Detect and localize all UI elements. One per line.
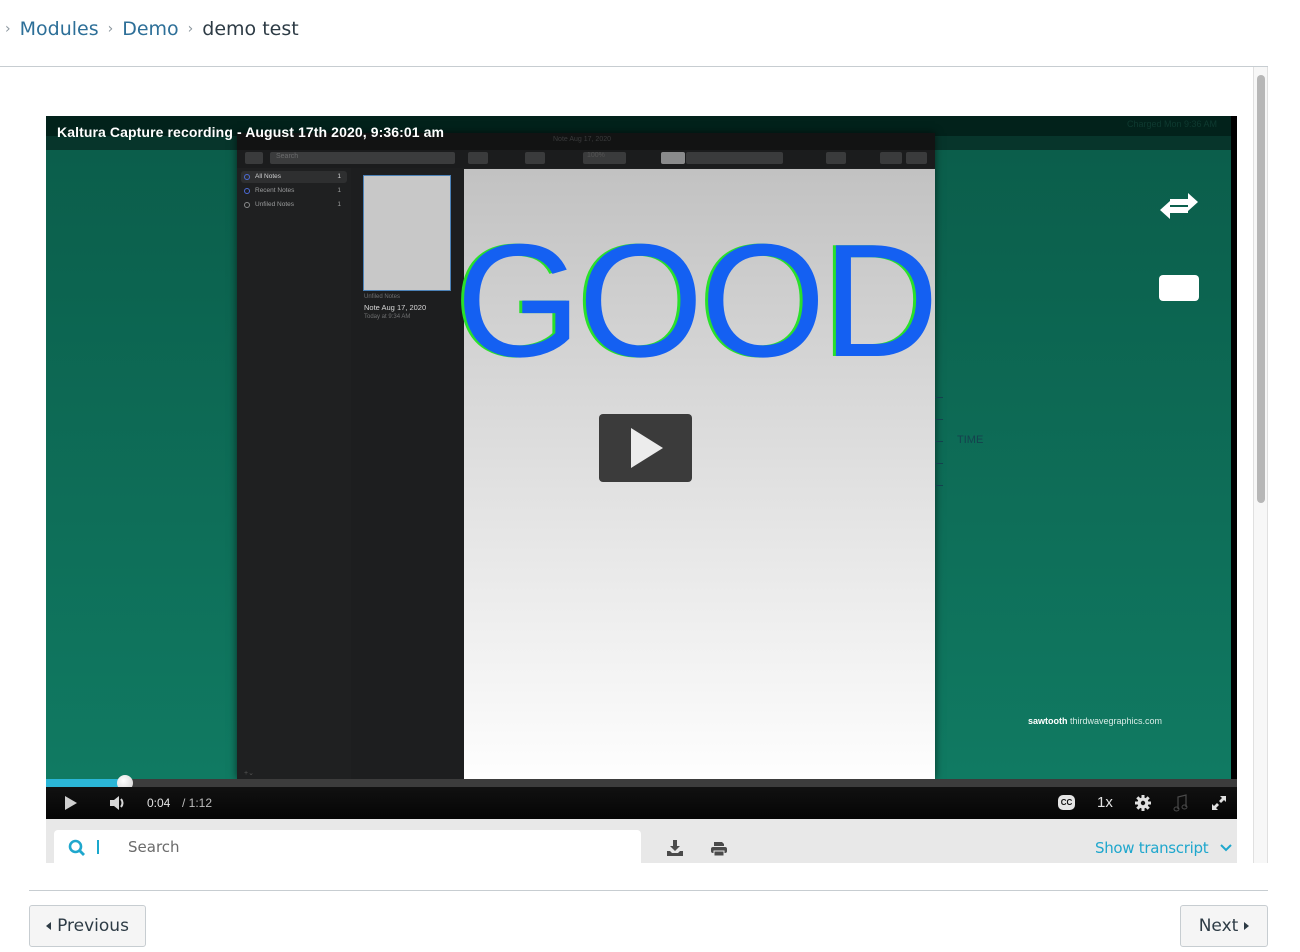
footer-divider — [29, 890, 1268, 891]
scrollbar-thumb[interactable] — [1257, 75, 1265, 503]
playback-speed-button[interactable]: 1x — [1097, 794, 1113, 811]
axis-arrow — [935, 441, 943, 442]
volume-button[interactable] — [104, 787, 132, 819]
slide-brand: sawtooth thirdwavegraphics.com — [1028, 716, 1162, 726]
show-transcript-label: Show transcript — [1095, 839, 1209, 857]
notes-window-title: Note Aug 17, 2020 — [553, 136, 611, 143]
breadcrumb-separator-icon: › — [107, 21, 114, 37]
settings-button[interactable] — [1132, 787, 1154, 819]
folder-count: 1 — [337, 201, 341, 208]
add-folder-icon: +⌄ — [244, 770, 254, 777]
brand-url: thirdwavegraphics.com — [1070, 716, 1163, 726]
folder-label: Unfiled Notes — [255, 201, 295, 208]
player-controls: 0:04 / 1:12 CC 1x — [46, 787, 1237, 819]
folder-label: Recent Notes — [255, 187, 295, 194]
download-icon[interactable] — [666, 839, 684, 857]
menubar-status: Charged Mon 9:36 AM — [1126, 119, 1217, 129]
header-divider — [0, 66, 1268, 67]
compose-icon — [245, 152, 263, 164]
swap-arrows-icon[interactable] — [1158, 190, 1200, 224]
axis-label: TIME — [957, 434, 984, 446]
microphone-icon — [826, 152, 846, 164]
notes-search-placeholder: Search — [276, 153, 299, 160]
next-label: Next — [1198, 916, 1239, 936]
breadcrumb-separator-icon: › — [187, 21, 194, 37]
breadcrumb: › Modules › Demo › demo test — [0, 14, 299, 44]
handwritten-good-text: GOOD — [456, 211, 939, 391]
big-play-button[interactable] — [599, 414, 692, 482]
sidebar-toggle-icon — [468, 152, 488, 164]
video-frame[interactable]: Charged Mon 9:36 AM Kaltura Capture reco… — [46, 116, 1231, 779]
folder-circle-icon — [244, 202, 250, 208]
axis-tick — [935, 463, 943, 464]
breadcrumb-modules-link[interactable]: Modules — [20, 18, 99, 40]
caret-right-icon — [1244, 922, 1250, 930]
folder-circle-icon — [244, 188, 250, 194]
pen-tools-group — [686, 152, 783, 164]
notes-folder-item: Unfiled Notes 1 — [241, 199, 347, 211]
axis-tick — [935, 485, 943, 486]
progress-bar[interactable] — [46, 775, 1237, 791]
play-button[interactable] — [58, 787, 88, 819]
print-icon[interactable] — [710, 841, 728, 857]
progress-fill — [46, 779, 125, 787]
zoom-value: 100% — [587, 152, 605, 159]
notes-folder-item: All Notes 1 — [241, 171, 347, 183]
fullscreen-icon — [1212, 796, 1226, 810]
notes-toolbar: Search 100% — [237, 150, 935, 168]
next-button[interactable]: Next — [1180, 905, 1268, 947]
breadcrumb-current-page: demo test — [202, 18, 299, 40]
folder-label: All Notes — [255, 173, 282, 180]
search-divider — [97, 840, 99, 854]
music-note-icon — [1173, 794, 1188, 812]
video-title: Kaltura Capture recording - August 17th … — [57, 124, 445, 140]
highlighter-icon — [880, 152, 902, 164]
chevron-down-icon — [1220, 844, 1233, 852]
notes-search-field: Search — [270, 152, 455, 164]
note-thumbnail — [363, 175, 451, 291]
current-time: 0:04 — [147, 796, 171, 810]
brand-bold: sawtooth — [1028, 716, 1068, 726]
caret-left-icon — [46, 922, 52, 930]
note-folder: Unfiled Notes — [364, 294, 401, 300]
note-time: Today at 9:34 AM — [364, 314, 411, 320]
picture-in-picture-icon[interactable] — [1159, 275, 1199, 301]
folder-count: 1 — [337, 173, 341, 180]
video-player[interactable]: Charged Mon 9:36 AM Kaltura Capture reco… — [46, 116, 1237, 819]
folder-circle-icon — [244, 174, 250, 180]
folder-count: 1 — [337, 187, 341, 194]
text-tool-icon — [661, 152, 685, 164]
gear-icon — [1135, 795, 1151, 811]
transcript-bar: Show transcript — [46, 819, 1237, 863]
show-transcript-toggle[interactable]: Show transcript — [1095, 839, 1233, 857]
slide-time-axis: TIME — [935, 391, 995, 491]
zoom-select: 100% — [583, 152, 626, 164]
share-icon — [525, 152, 545, 164]
notes-sidebar: All Notes 1 Recent Notes 1 Unfiled Notes… — [237, 168, 351, 779]
search-icon — [68, 839, 85, 856]
note-name: Note Aug 17, 2020 — [364, 303, 427, 312]
closed-captions-button[interactable]: CC — [1058, 795, 1075, 810]
content-scrollbar[interactable] — [1253, 67, 1268, 863]
transcript-search-input[interactable] — [128, 834, 608, 860]
axis-tick — [935, 419, 943, 420]
previous-label: Previous — [57, 916, 129, 936]
breadcrumb-demo-link[interactable]: Demo — [122, 18, 178, 40]
transcript-search-box — [54, 830, 641, 863]
duration: / 1:12 — [182, 796, 213, 810]
audio-track-button[interactable] — [1170, 787, 1192, 819]
notes-list: Unfiled Notes Note Aug 17, 2020 Today at… — [351, 168, 464, 779]
notes-folder-item: Recent Notes 1 — [241, 185, 347, 197]
previous-button[interactable]: Previous — [29, 905, 146, 947]
axis-tick — [935, 397, 943, 398]
pages-icon — [906, 152, 927, 164]
fullscreen-button[interactable] — [1208, 787, 1230, 819]
play-icon — [65, 796, 77, 810]
volume-icon — [110, 796, 124, 810]
breadcrumb-separator-icon: › — [5, 21, 11, 37]
